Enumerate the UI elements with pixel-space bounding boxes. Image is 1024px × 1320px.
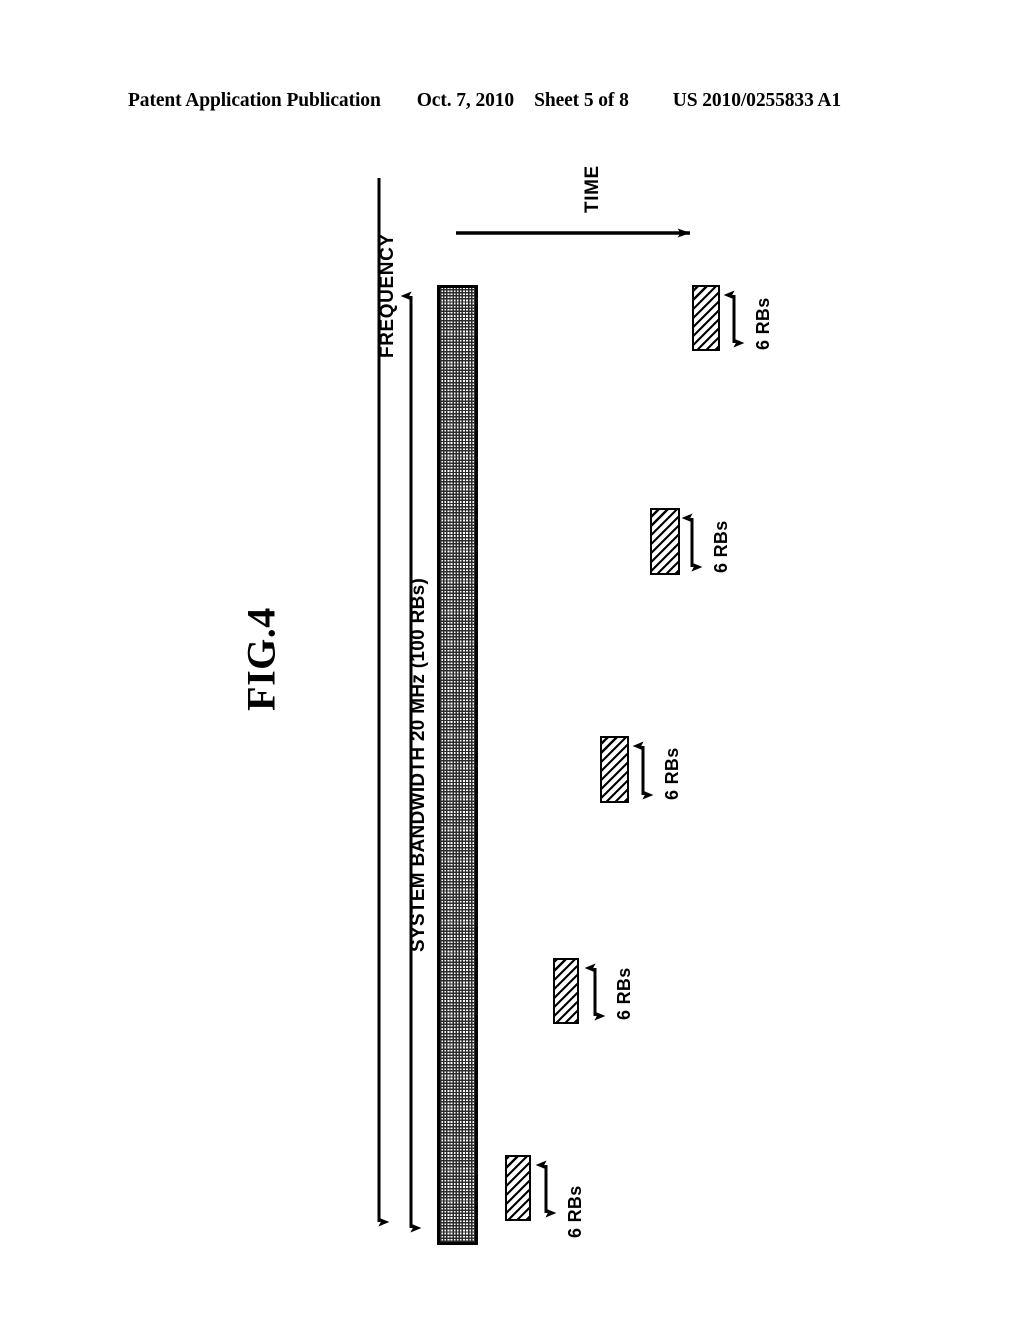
resource-block-1 bbox=[505, 1155, 531, 1221]
arrow-overlay bbox=[377, 178, 745, 1233]
resource-block-5-label: 6 RBs bbox=[753, 297, 773, 350]
resource-block-2-label: 6 RBs bbox=[614, 967, 634, 1020]
figure-canvas: FREQUENCY TIME SYSTEM BANDWIDTH 20 MHz (… bbox=[0, 0, 1024, 1320]
resource-block-1-label: 6 RBs bbox=[565, 1185, 585, 1238]
resource-block-5 bbox=[692, 285, 720, 351]
time-axis-label: TIME bbox=[582, 165, 603, 213]
resource-block-3 bbox=[600, 736, 629, 803]
frequency-axis-label: FREQUENCY bbox=[377, 233, 398, 358]
resource-block-2 bbox=[553, 958, 579, 1024]
system-bandwidth-label: SYSTEM BANDWIDTH 20 MHz (100 RBs) bbox=[408, 577, 429, 952]
resource-block-3-label: 6 RBs bbox=[662, 747, 682, 800]
system-bandwidth-bar bbox=[437, 285, 478, 1245]
resource-block-4-label: 6 RBs bbox=[711, 520, 731, 573]
patent-drawing-page: Patent Application Publication Oct. 7, 2… bbox=[0, 0, 1024, 1320]
resource-block-4 bbox=[650, 508, 680, 575]
